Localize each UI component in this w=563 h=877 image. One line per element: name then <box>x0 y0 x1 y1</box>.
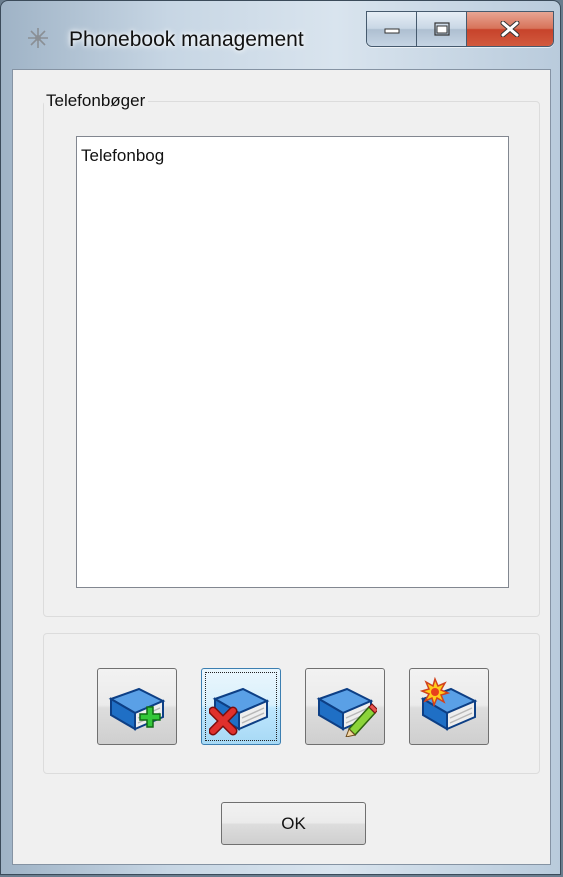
phonebook-actions-group <box>43 633 540 774</box>
add-phonebook-button[interactable] <box>97 668 177 745</box>
list-item[interactable]: Telefonbog <box>81 146 164 166</box>
close-icon <box>500 21 520 37</box>
minimize-button[interactable] <box>367 12 417 46</box>
book-edit-icon <box>316 687 377 737</box>
new-phonebook-button[interactable] <box>409 668 489 745</box>
title-bar[interactable]: Phonebook management <box>1 1 560 69</box>
window-title: Phonebook management <box>69 28 304 51</box>
delete-phonebook-button[interactable] <box>201 668 281 745</box>
minimize-icon <box>384 28 399 34</box>
phonebook-management-window: Phonebook management Telefonbøger Telefo… <box>0 0 561 875</box>
edit-phonebook-button[interactable] <box>305 668 385 745</box>
close-button[interactable] <box>467 12 553 46</box>
book-add-icon <box>108 687 166 731</box>
caption-buttons <box>366 11 554 47</box>
phonebooks-group-label: Telefonbøger <box>44 91 149 111</box>
app-icon <box>28 28 48 48</box>
phonebooks-group: Telefonbøger Telefonbog <box>43 91 540 617</box>
ok-button[interactable]: OK <box>221 802 366 845</box>
maximize-button[interactable] <box>417 12 467 46</box>
book-delete-icon <box>209 687 270 736</box>
book-new-icon <box>419 677 478 731</box>
phonebook-list[interactable]: Telefonbog <box>76 136 509 588</box>
maximize-icon <box>433 22 450 36</box>
dialog-client-area: Telefonbøger Telefonbog OK <box>12 69 551 865</box>
